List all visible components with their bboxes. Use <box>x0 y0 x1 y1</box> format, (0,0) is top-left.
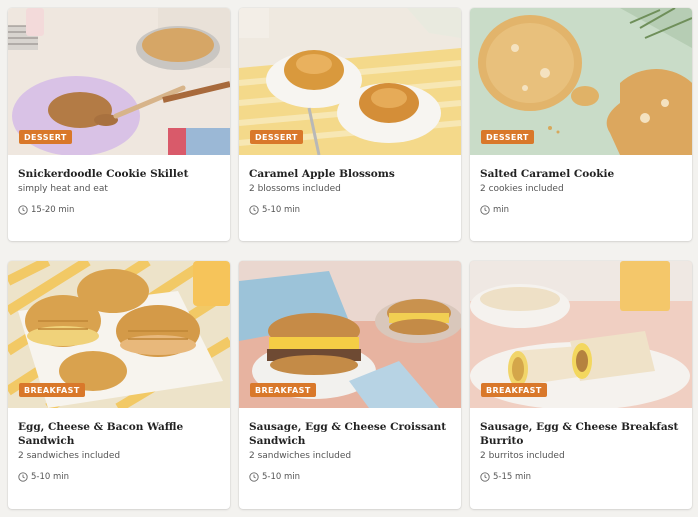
prep-time: 5-10 min <box>249 472 451 482</box>
meal-subtitle: 2 cookies included <box>480 184 564 194</box>
meal-title[interactable]: Sausage, Egg & Cheese Breakfast Burrito <box>480 420 682 448</box>
prep-time-text: min <box>493 205 510 215</box>
prep-time-text: 5-10 min <box>262 205 301 215</box>
prep-time: 5-10 min <box>249 205 451 215</box>
meal-photo[interactable]: BREAKFAST <box>239 261 461 408</box>
category-badge: DESSERT <box>19 130 72 144</box>
meal-card-caramel-apple-blossoms[interactable]: DESSERT Caramel Apple Blossoms 2 blossom… <box>239 8 461 241</box>
prep-time: 15-20 min <box>18 205 220 215</box>
meal-card-sausage-egg-cheese-croissant-sandwich[interactable]: BREAKFAST Sausage, Egg & Cheese Croissan… <box>239 261 461 509</box>
clock-icon <box>249 205 259 215</box>
meal-card-salted-caramel-cookie[interactable]: DESSERT Salted Caramel Cookie 2 cookies … <box>470 8 692 241</box>
category-badge: BREAKFAST <box>481 383 547 397</box>
meal-title[interactable]: Caramel Apple Blossoms <box>249 167 451 181</box>
meal-card-snickerdoodle-cookie-skillet[interactable]: DESSERT Snickerdoodle Cookie Skillet sim… <box>8 8 230 241</box>
category-badge: BREAKFAST <box>19 383 85 397</box>
meal-grid: DESSERT Snickerdoodle Cookie Skillet sim… <box>0 0 698 517</box>
meal-subtitle: 2 sandwiches included <box>249 451 352 461</box>
prep-time: 5-10 min <box>18 472 220 482</box>
clock-icon <box>480 472 490 482</box>
meal-card-egg-cheese-bacon-waffle-sandwich[interactable]: BREAKFAST Egg, Cheese & Bacon Waffle San… <box>8 261 230 509</box>
clock-icon <box>480 205 490 215</box>
meal-photo[interactable]: DESSERT <box>8 8 230 155</box>
prep-time-text: 5-15 min <box>493 472 532 482</box>
category-badge: DESSERT <box>481 130 534 144</box>
meal-card-sausage-egg-cheese-breakfast-burrito[interactable]: BREAKFAST Sausage, Egg & Cheese Breakfas… <box>470 261 692 509</box>
meal-title[interactable]: Egg, Cheese & Bacon Waffle Sandwich <box>18 420 220 448</box>
meal-subtitle: simply heat and eat <box>18 184 108 194</box>
clock-icon <box>18 205 28 215</box>
meal-photo[interactable]: BREAKFAST <box>470 261 692 408</box>
meal-photo[interactable]: DESSERT <box>239 8 461 155</box>
prep-time-text: 5-10 min <box>262 472 301 482</box>
prep-time-text: 5-10 min <box>31 472 70 482</box>
meal-subtitle: 2 blossoms included <box>249 184 341 194</box>
meal-title[interactable]: Snickerdoodle Cookie Skillet <box>18 167 220 181</box>
clock-icon <box>18 472 28 482</box>
prep-time: min <box>480 205 682 215</box>
prep-time: 5-15 min <box>480 472 682 482</box>
category-badge: BREAKFAST <box>250 383 316 397</box>
meal-subtitle: 2 burritos included <box>480 451 565 461</box>
category-badge: DESSERT <box>250 130 303 144</box>
meal-title[interactable]: Salted Caramel Cookie <box>480 167 682 181</box>
meal-photo[interactable]: BREAKFAST <box>8 261 230 408</box>
meal-subtitle: 2 sandwiches included <box>18 451 121 461</box>
meal-title[interactable]: Sausage, Egg & Cheese Croissant Sandwich <box>249 420 451 448</box>
meal-photo[interactable]: DESSERT <box>470 8 692 155</box>
clock-icon <box>249 472 259 482</box>
prep-time-text: 15-20 min <box>31 205 75 215</box>
